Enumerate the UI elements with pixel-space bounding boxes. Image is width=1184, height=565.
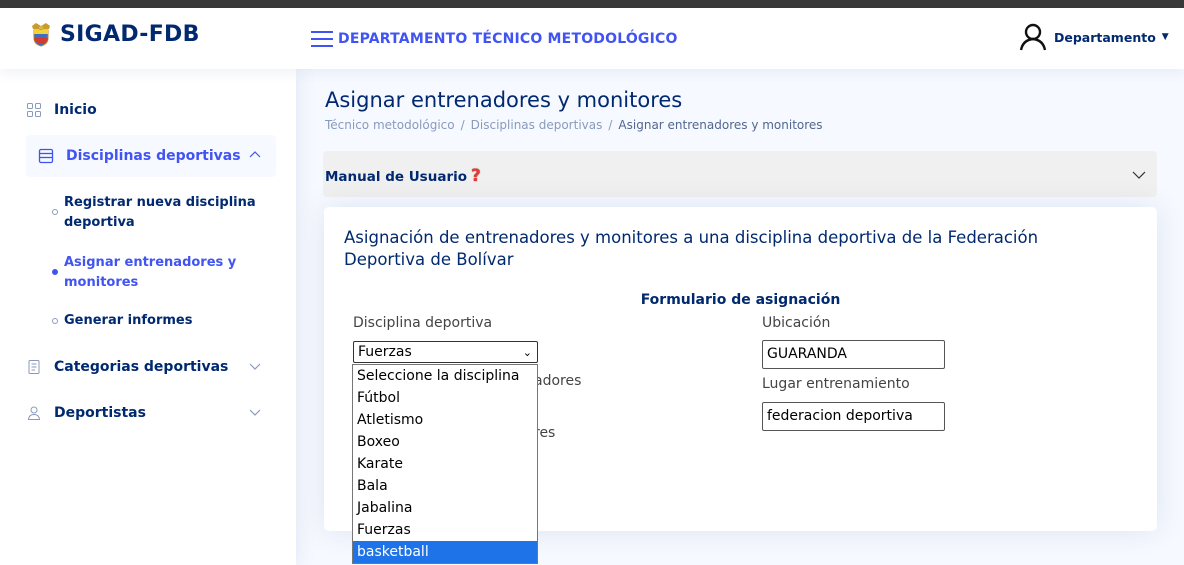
manual-label: Manual de Usuario? [325,166,481,186]
window-top-strip [0,0,1184,8]
disciplina-dropdown-list[interactable]: Seleccione la disciplina Fútbol Atletism… [352,364,538,564]
chevron-down-icon [1132,171,1146,179]
sidebar-item-label: Disciplinas deportivas [66,148,241,164]
breadcrumb-current: Asignar entrenadores y monitores [618,118,823,132]
emblem-icon [32,22,50,47]
dropdown-option[interactable]: Fuerzas [353,519,537,541]
bullet-icon [52,269,58,275]
breadcrumb: Técnico metodológico / Disciplinas deporti… [325,118,823,132]
disciplina-selected-value: Fuerzas [358,344,412,360]
dropdown-option[interactable]: Karate [353,453,537,475]
grid-icon [27,103,41,117]
journal-icon [28,360,40,374]
dropdown-option[interactable]: Jabalina [353,497,537,519]
lugar-input[interactable]: federacion deportiva [762,402,945,431]
user-icon [1019,23,1047,51]
dropdown-option[interactable]: Atletismo [353,409,537,431]
sidebar-item-label: Deportistas [54,405,146,421]
subnav-label: Asignar entrenadores y monitores [64,255,237,290]
profile-dropdown[interactable]: Departamento ▼ [1018,22,1169,52]
entrenadores-label-partial: adores [534,373,582,389]
ubicacion-input[interactable]: GUARANDA [762,340,945,369]
dropdown-option[interactable]: Fútbol [353,387,537,409]
logo[interactable]: SIGAD-FDB [30,22,200,47]
question-mark-icon: ? [471,166,481,186]
layout-icon [38,148,54,164]
sidebar-subitem-informes[interactable]: Generar informes [52,311,264,331]
chevron-down-icon: ⌄ [522,346,532,359]
dropdown-option[interactable]: Boxeo [353,431,537,453]
chevron-down-icon [249,409,261,416]
sidebar-subitem-registrar[interactable]: Registrar nueva disciplina deportiva [52,193,264,233]
breadcrumb-item[interactable]: Disciplinas deportivas [471,118,603,132]
manual-accordion[interactable]: Manual de Usuario? [323,151,1157,197]
sidebar-item-label: Categorias deportivas [54,359,229,375]
header: SIGAD-FDB DEPARTAMENTO TÉCNICO METODOLÓG… [0,8,1184,69]
subnav-label: Generar informes [64,313,193,328]
card-title: Asignación de entrenadores y monitores a… [344,228,1039,269]
header-title: DEPARTAMENTO TÉCNICO METODOLÓGICO [338,31,678,47]
caret-down-icon: ▼ [1161,32,1169,42]
sidebar-item-deportistas[interactable]: Deportistas [26,392,276,434]
disciplina-select[interactable]: Fuerzas ⌄ [353,341,538,363]
ubicacion-label: Ubicación [762,315,831,331]
breadcrumb-item[interactable]: Técnico metodológico [325,118,455,132]
chevron-up-icon [249,151,261,158]
sidebar-item-categorias[interactable]: Categorias deportivas [26,346,276,388]
bullet-icon [52,209,58,215]
lugar-label: Lugar entrenamiento [762,376,910,392]
dropdown-option[interactable]: Seleccione la disciplina [353,365,537,387]
disciplina-label: Disciplina deportiva [353,315,493,331]
profile-label: Departamento [1054,29,1156,45]
form-title: Formulario de asignación [640,292,841,308]
logo-text: SIGAD-FDB [60,22,200,47]
subnav-label: Registrar nueva disciplina deportiva [64,195,256,230]
page-title: Asignar entrenadores y monitores [325,88,683,112]
sidebar-item-disciplinas[interactable]: Disciplinas deportivas [26,135,276,177]
dropdown-option[interactable]: Bala [353,475,537,497]
sidebar-item-label: Inicio [54,102,97,118]
menu-toggle-icon[interactable] [311,31,333,47]
chevron-down-icon [249,363,261,370]
bullet-icon [52,318,58,324]
sidebar-subitem-asignar[interactable]: Asignar entrenadores y monitores [52,253,264,293]
dropdown-option-highlighted[interactable]: basketball [353,541,537,563]
person-icon [27,406,41,420]
sidebar-item-inicio[interactable]: Inicio [26,89,276,131]
